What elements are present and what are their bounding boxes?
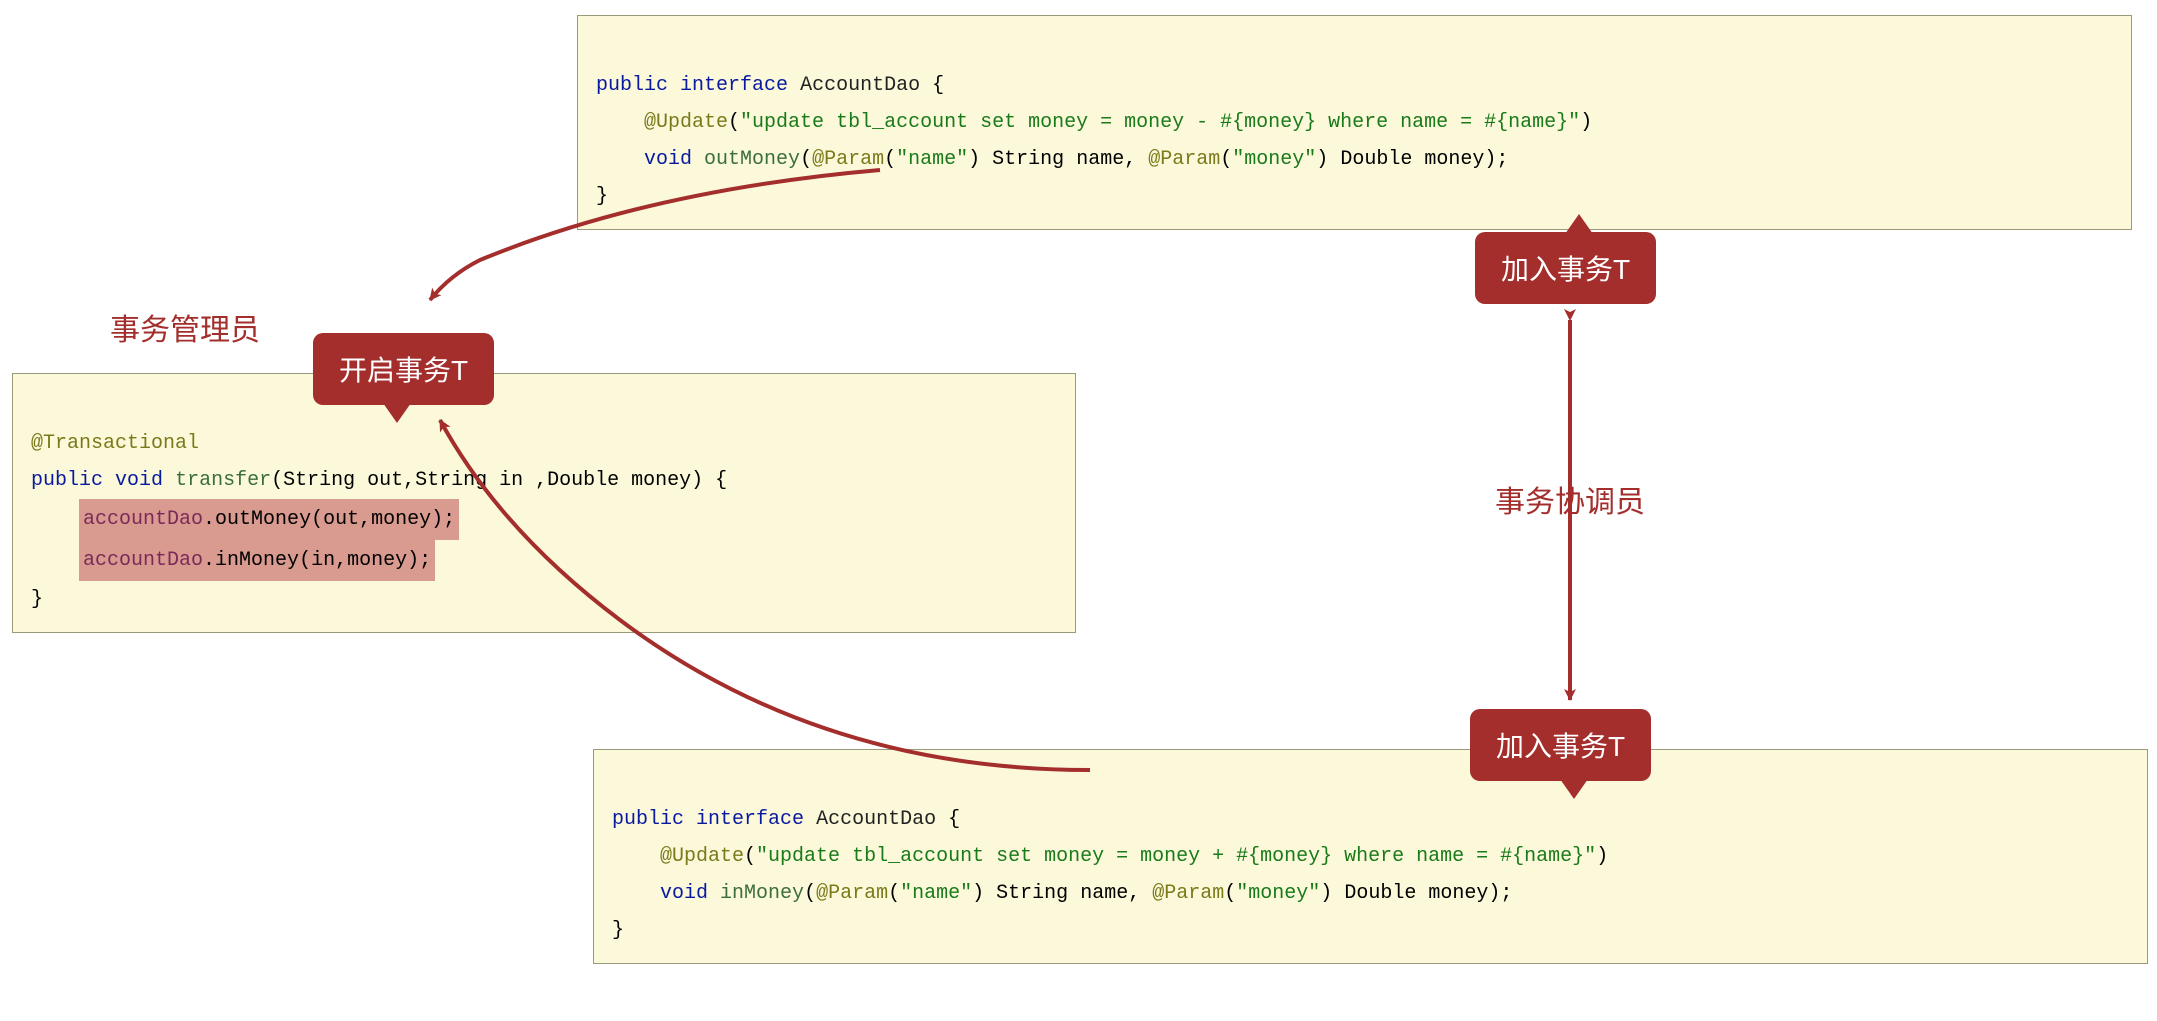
paren: ) bbox=[1316, 148, 1328, 171]
paren: ( bbox=[744, 845, 756, 868]
paren: ) bbox=[1596, 845, 1608, 868]
member: accountDao bbox=[83, 549, 203, 572]
paren: ( bbox=[1224, 882, 1236, 905]
paren: ); bbox=[1488, 882, 1512, 905]
comma: , bbox=[1124, 148, 1136, 171]
anno-update: @Update bbox=[660, 845, 744, 868]
param-name: name bbox=[1076, 148, 1124, 171]
method-outmoney: outMoney bbox=[704, 148, 800, 171]
param-name: money bbox=[1424, 148, 1484, 171]
anno-transactional: @Transactional bbox=[31, 432, 199, 455]
paren: ( bbox=[888, 882, 900, 905]
code-box-transfer: @Transactional public void transfer(Stri… bbox=[12, 373, 1076, 633]
anno-param: @Param bbox=[1152, 882, 1224, 905]
paren: ) bbox=[972, 882, 984, 905]
anno-param: @Param bbox=[816, 882, 888, 905]
paren: ( bbox=[1220, 148, 1232, 171]
type: String bbox=[996, 882, 1068, 905]
sql-string: "update tbl_account set money = money - … bbox=[740, 111, 1580, 134]
badge-open-transaction: 开启事务T bbox=[313, 333, 494, 405]
param-str: "money" bbox=[1232, 148, 1316, 171]
anno-param: @Param bbox=[1148, 148, 1220, 171]
kw-public: public bbox=[596, 74, 668, 97]
type: String bbox=[992, 148, 1064, 171]
kw-void: void bbox=[660, 882, 708, 905]
class-name: AccountDao bbox=[800, 74, 920, 97]
brace: } bbox=[596, 185, 608, 208]
method-inmoney: inMoney bbox=[720, 882, 804, 905]
paren: ) bbox=[968, 148, 980, 171]
param-str: "name" bbox=[900, 882, 972, 905]
param-str: "name" bbox=[896, 148, 968, 171]
brace: } bbox=[612, 919, 624, 942]
call-outmoney: accountDao.outMoney(out,money); bbox=[79, 499, 459, 540]
param-str: "money" bbox=[1236, 882, 1320, 905]
method-transfer: transfer bbox=[175, 469, 271, 492]
brace: { bbox=[948, 808, 960, 831]
sql-string: "update tbl_account set money = money + … bbox=[756, 845, 1596, 868]
args: (String out,String in ,Double money) { bbox=[271, 469, 727, 492]
call-inmoney: accountDao.inMoney(in,money); bbox=[79, 540, 435, 581]
comma: , bbox=[1128, 882, 1140, 905]
anno-update: @Update bbox=[644, 111, 728, 134]
kw-public: public bbox=[31, 469, 103, 492]
brace: { bbox=[932, 74, 944, 97]
type: Double bbox=[1344, 882, 1416, 905]
kw-void: void bbox=[115, 469, 163, 492]
label-transaction-coordinator: 事务协调员 bbox=[1495, 477, 1645, 521]
code-box-inmoney: public interface AccountDao { @Update("u… bbox=[593, 749, 2148, 964]
kw-interface: interface bbox=[680, 74, 788, 97]
badge-join-transaction-1: 加入事务T bbox=[1475, 232, 1656, 304]
paren: ( bbox=[884, 148, 896, 171]
paren: ) bbox=[1580, 111, 1592, 134]
paren: ) bbox=[1320, 882, 1332, 905]
paren: ( bbox=[800, 148, 812, 171]
anno-param: @Param bbox=[812, 148, 884, 171]
call: .inMoney(in,money); bbox=[203, 549, 431, 572]
paren: ( bbox=[728, 111, 740, 134]
paren: ); bbox=[1484, 148, 1508, 171]
class-name: AccountDao bbox=[816, 808, 936, 831]
param-name: money bbox=[1428, 882, 1488, 905]
brace: } bbox=[31, 588, 43, 611]
kw-void: void bbox=[644, 148, 692, 171]
badge-join-transaction-2: 加入事务T bbox=[1470, 709, 1651, 781]
call: .outMoney(out,money); bbox=[203, 508, 455, 531]
code-box-outmoney: public interface AccountDao { @Update("u… bbox=[577, 15, 2132, 230]
paren: ( bbox=[804, 882, 816, 905]
kw-public: public bbox=[612, 808, 684, 831]
type: Double bbox=[1340, 148, 1412, 171]
kw-interface: interface bbox=[696, 808, 804, 831]
member: accountDao bbox=[83, 508, 203, 531]
label-transaction-manager: 事务管理员 bbox=[110, 305, 260, 349]
param-name: name bbox=[1080, 882, 1128, 905]
